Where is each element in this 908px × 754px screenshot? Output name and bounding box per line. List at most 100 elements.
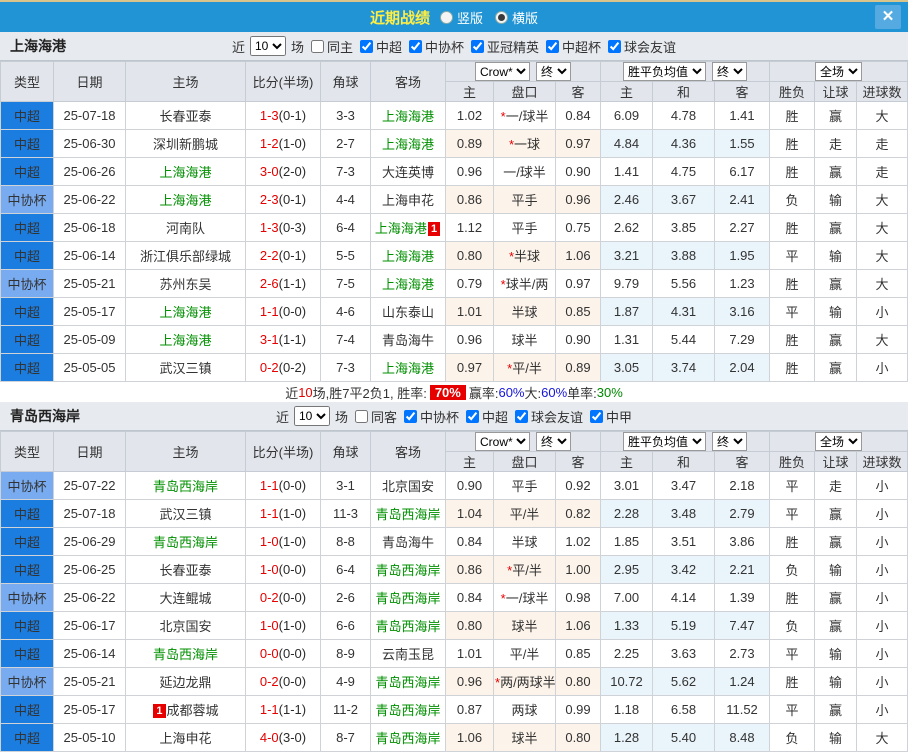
filter-checkbox-中超[interactable]: [359, 39, 373, 53]
league-cell: 中协杯: [0, 185, 54, 214]
avg-source-header: 胜平负均值终: [599, 431, 771, 452]
home-team-cell: 上海海港: [125, 297, 246, 326]
filter-checkbox-球会友谊[interactable]: [515, 409, 529, 423]
ah-away-odds-cell: 0.90: [555, 325, 601, 354]
filter-option[interactable]: 中超: [359, 37, 402, 56]
team-label: 上海申花: [381, 193, 434, 208]
avg-time-select[interactable]: 终: [712, 62, 747, 81]
view-option-selected[interactable]: 横版: [495, 8, 538, 27]
ah-home-odds-cell: 0.87: [445, 695, 494, 724]
avg-type-select[interactable]: 胜平负均值: [623, 432, 706, 451]
close-button[interactable]: ✕: [875, 5, 901, 29]
recent-results-window: 近期战绩 竖版 横版 ✕ 上海海港近 10 场同主 中超 中协杯 亚冠精英 中超杯 球会友谊 类型…: [0, 0, 908, 754]
league-cell: 中超: [0, 157, 54, 186]
filter-option[interactable]: 亚冠精英: [471, 37, 539, 56]
result-goals-cell: 走: [856, 129, 908, 158]
result-handicap-cell: 赢: [814, 527, 858, 556]
filter-option-label: 同客: [370, 409, 397, 425]
near-label: 近: [231, 39, 245, 55]
col-header-客场: 客场: [370, 61, 446, 102]
result-scope-select[interactable]: 全场: [815, 432, 863, 451]
col-header-类型: 类型: [0, 61, 54, 102]
result-wdl-cell: 平: [769, 639, 816, 668]
result-wdl-cell: 平: [769, 499, 816, 528]
filter-option[interactable]: 同客: [354, 407, 397, 426]
team-section: 青岛西海岸近 10 场同客 中协杯 中超 球会友谊 中甲 类型 日期 主场 比分(半场) 角球 客场 Cr…: [0, 402, 908, 752]
radio-icon[interactable]: [439, 10, 453, 24]
table-row: 中超 25-06-29 青岛西海岸 1-0(1-0) 8-8 青岛海牛 0.84 半球 1.02…: [0, 527, 908, 556]
ah-home-odds-cell: 0.84: [445, 583, 494, 612]
league-cell: 中超: [0, 611, 54, 640]
team-label: 青岛西海岸: [375, 507, 441, 522]
ah-away-odds-cell: 0.98: [555, 583, 601, 612]
filter-checkbox-同客[interactable]: [354, 409, 368, 423]
view-option-label: 横版: [512, 10, 539, 26]
near-label: 近: [275, 409, 289, 425]
filter-option[interactable]: 球会友谊: [608, 37, 676, 56]
filter-checkbox-中协杯[interactable]: [403, 409, 417, 423]
table-row: 中超 25-06-18 河南队 1-3(0-3) 6-4 上海海港 1 1.12 平手 0.75 2…: [0, 213, 908, 242]
result-handicap-cell: 赢: [814, 583, 858, 612]
result-goals-cell: 走: [856, 157, 908, 186]
away-team-cell: 青岛西海岸: [370, 555, 446, 584]
date-cell: 25-05-17: [53, 297, 126, 326]
filter-option[interactable]: 中协杯: [409, 37, 464, 56]
filter-checkbox-中超杯[interactable]: [546, 39, 560, 53]
away-team-cell: 青岛西海岸: [370, 667, 446, 696]
filter-option[interactable]: 中协杯: [403, 407, 459, 426]
games-count-select[interactable]: 10: [249, 36, 286, 56]
score-cell: 1-1(0-0): [245, 297, 321, 326]
filter-option[interactable]: 中超杯: [546, 37, 601, 56]
away-team-cell: 青岛西海岸: [370, 583, 446, 612]
corner-cell: 8-8: [320, 527, 371, 556]
avg-home-cell: 3.21: [600, 241, 653, 270]
ah-home-odds-cell: 0.79: [445, 269, 494, 298]
filter-checkbox-中协杯[interactable]: [409, 39, 422, 53]
date-cell: 25-06-25: [53, 555, 126, 584]
avg-type-select[interactable]: 胜平负均值: [623, 62, 706, 81]
odds-time-select[interactable]: 终: [536, 62, 571, 81]
odds-company-select[interactable]: Crow*: [475, 62, 530, 81]
filter-checkbox-中甲[interactable]: [590, 409, 604, 423]
result-wdl-cell: 负: [769, 555, 816, 584]
col-header-主场: 主场: [125, 61, 246, 102]
filter-checkbox-同主[interactable]: [310, 39, 324, 53]
odds-time-select[interactable]: 终: [536, 432, 571, 451]
filter-option[interactable]: 中甲: [590, 407, 632, 426]
ah-line-cell: *一/球半: [493, 101, 556, 130]
league-cell: 中超: [0, 639, 54, 668]
filter-option[interactable]: 球会友谊: [515, 407, 583, 426]
date-cell: 25-07-18: [53, 101, 126, 130]
avg-away-cell: 2.21: [713, 555, 771, 584]
result-scope-select[interactable]: 全场: [815, 62, 863, 81]
home-team-cell: 大连鲲城: [125, 583, 246, 612]
filter-checkbox-亚冠精英[interactable]: [471, 39, 485, 53]
filter-option[interactable]: 同主: [310, 37, 353, 56]
score-cell: 4-0(3-0): [245, 723, 321, 752]
col-header-主场: 主场: [125, 431, 246, 472]
league-cell: 中超: [0, 213, 54, 242]
date-cell: 25-05-10: [53, 723, 126, 752]
avg-draw-cell: 4.78: [652, 101, 715, 130]
sections-container: 上海海港近 10 场同主 中超 中协杯 亚冠精英 中超杯 球会友谊 类型 日期 主场 比分(半场) 角球…: [0, 32, 908, 752]
view-option-unselected[interactable]: 竖版: [439, 8, 483, 27]
team-label: 成都蓉城: [166, 703, 219, 718]
radio-icon[interactable]: [495, 10, 508, 24]
filter-option-label: 中协杯: [425, 39, 465, 55]
filter-option[interactable]: 中超: [466, 407, 508, 426]
date-cell: 25-05-09: [53, 325, 126, 354]
avg-time-select[interactable]: 终: [712, 432, 747, 451]
filter-checkbox-球会友谊[interactable]: [608, 39, 622, 53]
date-cell: 25-05-21: [53, 269, 126, 298]
games-count-select[interactable]: 10: [293, 406, 330, 426]
date-cell: 25-06-14: [53, 639, 126, 668]
ah-home-odds-cell: 0.80: [445, 241, 494, 270]
odds-company-select[interactable]: Crow*: [475, 432, 530, 451]
corner-cell: 8-7: [320, 723, 371, 752]
filter-checkbox-中超[interactable]: [466, 409, 479, 423]
avg-home-cell: 3.05: [600, 353, 653, 382]
team-label: 青岛西海岸: [375, 563, 441, 578]
ah-away-odds-cell: 1.02: [555, 527, 601, 556]
away-team-cell: 上海申花: [370, 185, 446, 214]
score-cell: 2-6(1-1): [245, 269, 321, 298]
